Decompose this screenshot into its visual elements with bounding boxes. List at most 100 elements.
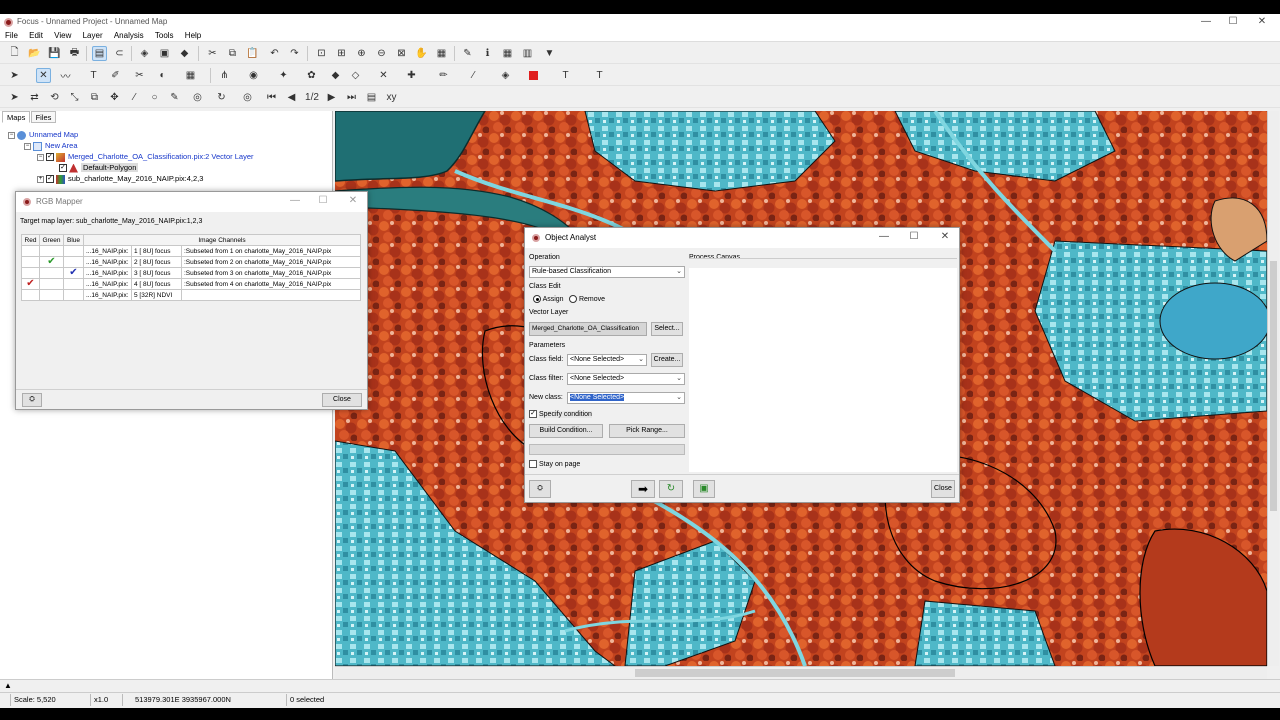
- collapse-icon[interactable]: −: [8, 131, 15, 139]
- scale-icon[interactable]: ⤡: [67, 90, 82, 105]
- palette-icon[interactable]: ✿: [304, 68, 319, 83]
- green-check-cell[interactable]: ✔: [39, 256, 64, 268]
- close-icon[interactable]: ✕: [936, 231, 954, 242]
- table-row[interactable]: ...16_NAIP.pix: 5 [32R] NDVI: [21, 289, 361, 301]
- fill-icon[interactable]: ◐: [155, 68, 170, 83]
- zoom-out-icon[interactable]: ⊖: [374, 46, 389, 61]
- blue-check-cell[interactable]: [63, 245, 84, 257]
- undo-icon[interactable]: ↶: [267, 46, 282, 61]
- green-check-cell[interactable]: [39, 289, 64, 301]
- green-check-cell[interactable]: [39, 267, 64, 279]
- eraser-icon[interactable]: ◈: [137, 46, 152, 61]
- class-filter-dropdown[interactable]: <None Selected> ⌄: [567, 373, 685, 385]
- table-row[interactable]: ✔ ...16_NAIP.pix: 4 [ 8U] focus:Subseted f…: [21, 278, 361, 290]
- lasso-icon[interactable]: ✎: [167, 90, 182, 105]
- menu-tools[interactable]: Tools: [155, 30, 174, 41]
- last-record-icon[interactable]: ⏭: [344, 90, 359, 105]
- zoom-box-icon[interactable]: ⊠: [394, 46, 409, 61]
- open-folder-icon[interactable]: 📂: [27, 46, 42, 61]
- green-check-cell[interactable]: [39, 245, 64, 257]
- line-style-icon[interactable]: ⁄: [466, 68, 481, 83]
- tree-item-vector-layer[interactable]: − ✓ Merged_Charlotte_OA_Classification.pix…: [37, 151, 254, 162]
- operation-dropdown[interactable]: Rule-based Classification ⌄: [529, 266, 685, 278]
- polyline-icon[interactable]: 〰: [58, 68, 73, 83]
- green-check-cell[interactable]: [39, 278, 64, 290]
- process-canvas[interactable]: [689, 268, 957, 472]
- build-condition-button[interactable]: Build Condition...: [529, 424, 603, 438]
- help-button[interactable]: ⛭: [529, 480, 551, 498]
- print-icon[interactable]: 🖶: [67, 46, 82, 61]
- close-icon[interactable]: ✕: [344, 195, 362, 206]
- map-properties-icon[interactable]: ▤: [92, 46, 107, 61]
- rotate-icon[interactable]: ⟲: [47, 90, 62, 105]
- visibility-checkbox[interactable]: ✓: [59, 164, 67, 173]
- red-check-cell[interactable]: [21, 245, 40, 257]
- star-icon[interactable]: ✦: [276, 68, 291, 83]
- save-icon[interactable]: 💾: [47, 46, 62, 61]
- minimize-button[interactable]: —: [875, 231, 893, 242]
- tree-item-default-polygon[interactable]: ✓ Default-Polygon: [59, 162, 139, 173]
- zoom-layer-icon[interactable]: ⊞: [334, 46, 349, 61]
- crosshair-icon[interactable]: ✚: [404, 68, 419, 83]
- menu-file[interactable]: File: [5, 30, 18, 41]
- red-check-cell[interactable]: ✔: [21, 278, 40, 290]
- tree-item-raster-layer[interactable]: + ✓ sub_charlotte_May_2016_NAIP.pix:4,2,3: [37, 173, 203, 184]
- assign-radio[interactable]: Assign: [533, 295, 564, 303]
- pencil-line-icon[interactable]: ⁄: [127, 90, 142, 105]
- minimize-button[interactable]: —: [1196, 15, 1216, 29]
- reshape-icon[interactable]: ✂: [132, 68, 147, 83]
- table-row[interactable]: ✔ ...16_NAIP.pix: 2 [ 8U] focus:Subseted f…: [21, 256, 361, 268]
- run-refresh-icon[interactable]: ↻: [659, 480, 683, 498]
- first-record-icon[interactable]: ⏮: [264, 90, 279, 105]
- redo-icon[interactable]: ↷: [287, 46, 302, 61]
- visibility-checkbox[interactable]: ✓: [46, 175, 54, 184]
- zoom-overview-icon[interactable]: ▦: [434, 46, 449, 61]
- blue-check-cell[interactable]: [63, 278, 84, 290]
- maximize-button[interactable]: ☐: [314, 195, 332, 206]
- line-color-icon[interactable]: ✏: [436, 68, 451, 83]
- font-icon[interactable]: T: [558, 68, 573, 83]
- select-tool-icon[interactable]: ➤: [7, 90, 22, 105]
- close-button[interactable]: ✕: [1252, 15, 1272, 29]
- menu-view[interactable]: View: [54, 30, 71, 41]
- split-icon[interactable]: ⋔: [217, 68, 232, 83]
- swap-icon[interactable]: ⇄: [27, 90, 42, 105]
- run-arrow-icon[interactable]: ➡: [631, 480, 655, 498]
- snap-icon[interactable]: ◎: [190, 90, 205, 105]
- red-fill-swatch-icon[interactable]: [526, 68, 541, 83]
- select-arrow-icon[interactable]: ➤: [7, 68, 22, 83]
- minimize-button[interactable]: —: [286, 195, 304, 206]
- map-horizontal-scrollbar[interactable]: [335, 666, 1267, 679]
- vertex-snap-icon[interactable]: ✕: [376, 68, 391, 83]
- layer-stack-icon[interactable]: ◆: [328, 68, 343, 83]
- next-record-icon[interactable]: ▶: [324, 90, 339, 105]
- edit-vertex-icon[interactable]: ✕: [36, 68, 51, 83]
- object-analyst-close-button[interactable]: Close: [931, 480, 955, 498]
- new-class-dropdown[interactable]: <None Selected> ⌄: [567, 392, 685, 404]
- red-check-cell[interactable]: [21, 267, 40, 279]
- blue-check-cell[interactable]: [63, 289, 84, 301]
- pick-coordinate-icon[interactable]: ✎: [460, 46, 475, 61]
- blue-check-cell[interactable]: ✔: [63, 267, 84, 279]
- save-result-icon[interactable]: ▣: [693, 480, 715, 498]
- status-dropdown-icon[interactable]: ▲: [4, 681, 12, 690]
- red-check-cell[interactable]: [21, 289, 40, 301]
- tab-maps[interactable]: Maps: [2, 111, 31, 123]
- blue-check-cell[interactable]: [63, 256, 84, 268]
- histogram-icon[interactable]: ▥: [520, 46, 535, 61]
- table-icon[interactable]: ▦: [500, 46, 515, 61]
- fill-color-icon[interactable]: ◈: [498, 68, 513, 83]
- table-row[interactable]: ✔ ...16_NAIP.pix: 3 [ 8U] focus:Subseted f…: [21, 267, 361, 279]
- font-color-icon[interactable]: T: [592, 68, 607, 83]
- scroll-thumb[interactable]: [635, 669, 955, 677]
- paste-icon[interactable]: 📋: [245, 46, 260, 61]
- reshape-box-icon[interactable]: ⧉: [87, 90, 102, 105]
- tab-files[interactable]: Files: [30, 111, 57, 123]
- merge-icon[interactable]: ▦: [183, 68, 198, 83]
- collapse-icon[interactable]: −: [37, 153, 44, 161]
- record-list-icon[interactable]: ▤: [364, 90, 379, 105]
- table-row[interactable]: ...16_NAIP.pix: 1 [ 8U] focus:Subseted fr…: [21, 245, 361, 257]
- create-field-button[interactable]: Create...: [651, 353, 683, 367]
- pan-hand-icon[interactable]: ✋: [414, 46, 429, 61]
- scroll-thumb[interactable]: [1270, 261, 1277, 511]
